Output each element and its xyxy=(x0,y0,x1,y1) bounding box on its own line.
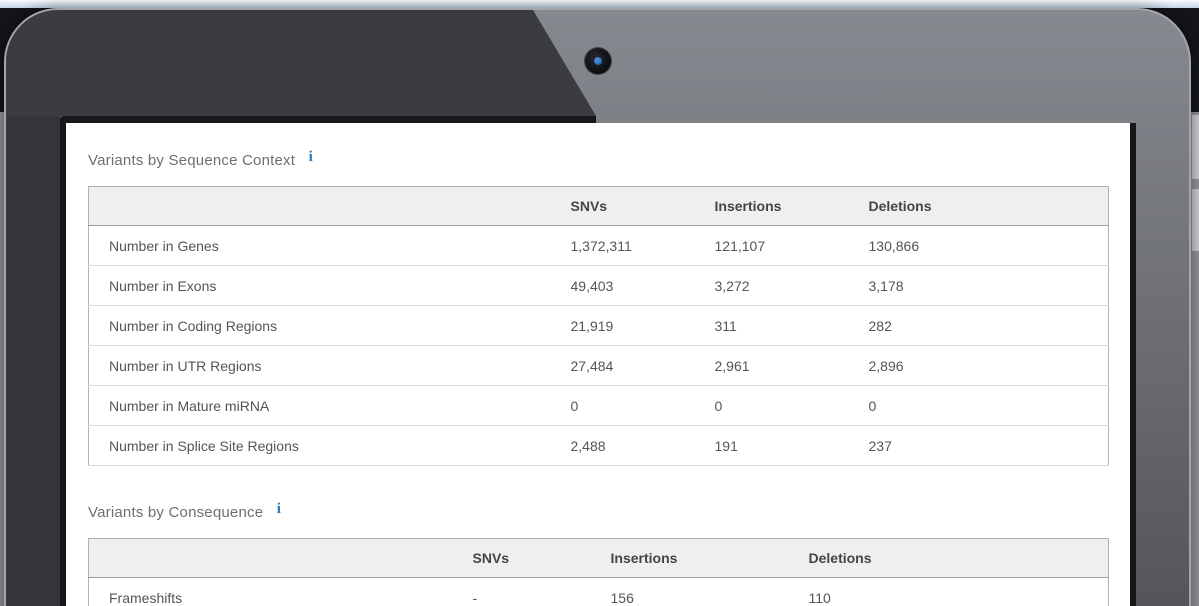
cell-snvs: 21,919 xyxy=(551,306,695,346)
cell-deletions: 3,178 xyxy=(849,266,1109,306)
cell-insertions: 0 xyxy=(695,386,849,426)
table-header-row: SNVs Insertions Deletions xyxy=(89,539,1109,578)
column-header-insertions: Insertions xyxy=(591,539,789,578)
table-row: Number in Exons 49,403 3,272 3,178 xyxy=(89,266,1109,306)
cell-snvs: 27,484 xyxy=(551,346,695,386)
row-label: Frameshifts xyxy=(89,578,453,606)
row-label: Number in Genes xyxy=(89,226,551,266)
table-header-row: SNVs Insertions Deletions xyxy=(89,187,1109,226)
table-row: Number in Coding Regions 21,919 311 282 xyxy=(89,306,1109,346)
page: { "colors": { "info_icon_blue": "#2878b8… xyxy=(0,0,1199,606)
variants-by-consequence-table: SNVs Insertions Deletions Frameshifts - … xyxy=(88,538,1109,606)
column-header-snvs: SNVs xyxy=(453,539,591,578)
column-header-snvs: SNVs xyxy=(551,187,695,226)
column-header-insertions: Insertions xyxy=(695,187,849,226)
cell-snvs: 49,403 xyxy=(551,266,695,306)
cell-snvs: 2,488 xyxy=(551,426,695,466)
cell-snvs: 0 xyxy=(551,386,695,426)
info-icon[interactable]: i xyxy=(309,146,313,168)
column-header-empty xyxy=(89,187,551,226)
cell-insertions: 121,107 xyxy=(695,226,849,266)
row-label: Number in Mature miRNA xyxy=(89,386,551,426)
cell-insertions: 311 xyxy=(695,306,849,346)
row-label: Number in Coding Regions xyxy=(89,306,551,346)
column-header-deletions: Deletions xyxy=(849,187,1109,226)
variants-by-sequence-context-table: SNVs Insertions Deletions Number in Gene… xyxy=(88,186,1109,466)
cell-insertions: 3,272 xyxy=(695,266,849,306)
cell-insertions: 156 xyxy=(591,578,789,606)
row-label: Number in UTR Regions xyxy=(89,346,551,386)
tablet-bezel-shade xyxy=(6,10,626,116)
cell-deletions: 2,896 xyxy=(849,346,1109,386)
page-top-strip xyxy=(0,0,1199,8)
cell-deletions: 0 xyxy=(849,386,1109,426)
tablet-screen: Variants by Sequence Context i SNVs Inse… xyxy=(66,123,1130,606)
column-header-deletions: Deletions xyxy=(789,539,1109,578)
row-label: Number in Exons xyxy=(89,266,551,306)
cell-deletions: 110 xyxy=(789,578,1109,606)
camera-icon xyxy=(585,48,611,74)
section-title: Variants by Consequence xyxy=(88,502,263,524)
bezel-glare xyxy=(596,116,1136,123)
cell-snvs: 1,372,311 xyxy=(551,226,695,266)
table-row: Number in Mature miRNA 0 0 0 xyxy=(89,386,1109,426)
background-panel xyxy=(1192,189,1199,251)
info-icon[interactable]: i xyxy=(277,498,281,520)
section-header-sequence-context: Variants by Sequence Context i xyxy=(88,150,1108,172)
row-label: Number in Splice Site Regions xyxy=(89,426,551,466)
table-row: Number in UTR Regions 27,484 2,961 2,896 xyxy=(89,346,1109,386)
tablet-device: Variants by Sequence Context i SNVs Inse… xyxy=(4,8,1191,606)
cell-insertions: 191 xyxy=(695,426,849,466)
cell-deletions: 130,866 xyxy=(849,226,1109,266)
column-header-empty xyxy=(89,539,453,578)
section-header-consequence: Variants by Consequence i xyxy=(88,502,1108,524)
cell-snvs: - xyxy=(453,578,591,606)
table-row: Number in Splice Site Regions 2,488 191 … xyxy=(89,426,1109,466)
cell-deletions: 237 xyxy=(849,426,1109,466)
section-title: Variants by Sequence Context xyxy=(88,150,295,172)
report-content: Variants by Sequence Context i SNVs Inse… xyxy=(66,123,1130,606)
table-row: Frameshifts - 156 110 xyxy=(89,578,1109,606)
camera-lens-icon xyxy=(594,57,602,65)
background-panel xyxy=(1192,115,1199,179)
cell-insertions: 2,961 xyxy=(695,346,849,386)
table-row: Number in Genes 1,372,311 121,107 130,86… xyxy=(89,226,1109,266)
cell-deletions: 282 xyxy=(849,306,1109,346)
